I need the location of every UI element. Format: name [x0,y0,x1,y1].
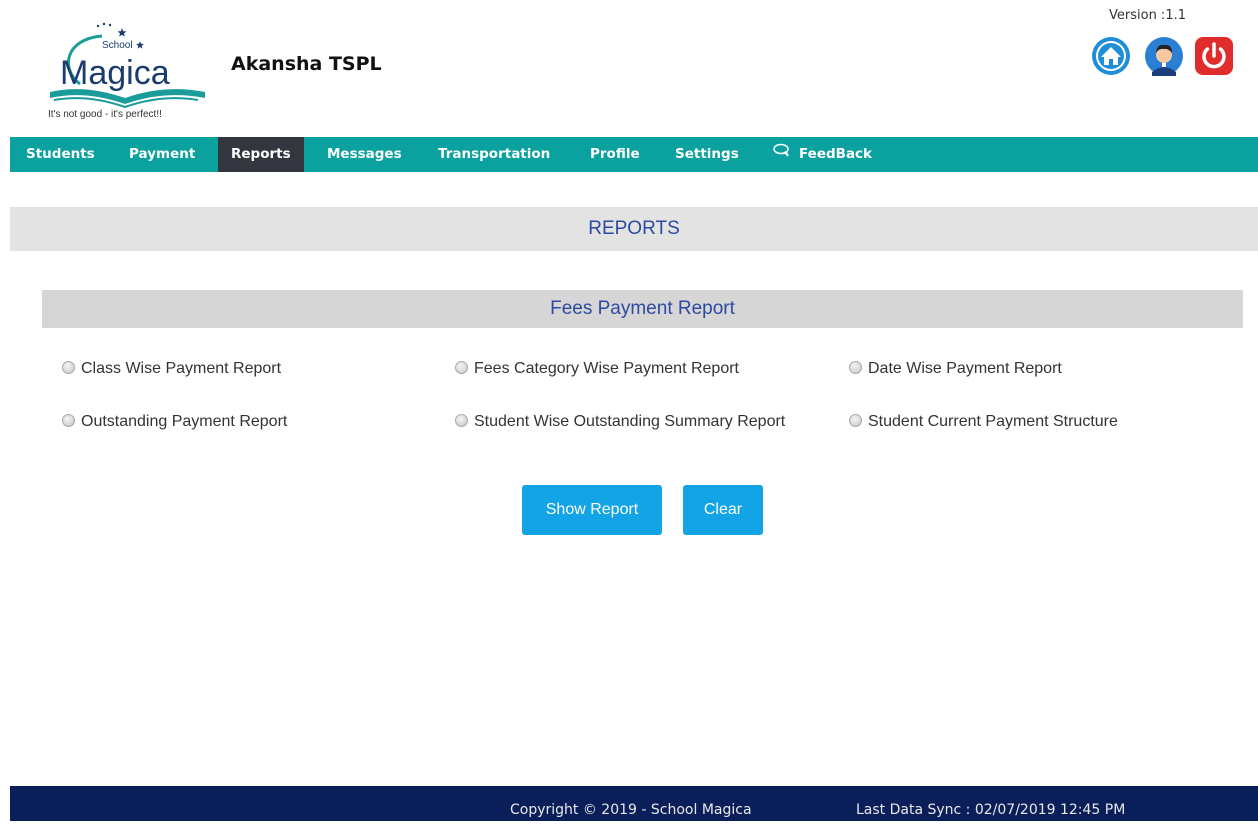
radio-label: Student Current Payment Structure [868,413,1118,430]
header: School Magica It's not good - it's perfe… [10,0,1258,137]
radio-label: Fees Category Wise Payment Report [474,360,739,377]
svg-text:Magica: Magica [60,54,170,92]
show-report-button[interactable]: Show Report [522,485,662,535]
radio-button[interactable] [455,414,468,427]
power-icon[interactable] [1194,36,1234,76]
radio-label: Class Wise Payment Report [81,360,282,377]
user-avatar-icon[interactable] [1144,36,1184,76]
school-name: Akansha TSPL [231,53,382,75]
clear-button[interactable]: Clear [683,485,763,535]
radio-button[interactable] [62,361,75,374]
nav-reports[interactable]: Reports [218,137,304,172]
radio-label: Student Wise Outstanding Summary Report [474,413,786,430]
radio-fees-category-wise-payment[interactable]: Fees Category Wise Payment Report [455,360,739,378]
nav-feedback[interactable]: FeedBack [760,137,885,172]
main-nav: Students Payment Reports Messages Transp… [10,137,1258,172]
nav-payment[interactable]: Payment [116,137,208,172]
page: School Magica It's not good - it's perfe… [10,0,1258,821]
radio-label: Date Wise Payment Report [868,360,1062,377]
svg-text:School: School [102,40,133,51]
section-title: Fees Payment Report [42,290,1243,328]
radio-button[interactable] [455,361,468,374]
radio-button[interactable] [849,414,862,427]
copyright-text: Copyright © 2019 - School Magica [510,802,752,818]
version-label: Version :1.1 [1109,8,1186,23]
home-icon[interactable] [1091,36,1131,76]
logo-graphic: School Magica [50,22,205,109]
nav-messages[interactable]: Messages [314,137,415,172]
nav-feedback-label: FeedBack [799,146,873,162]
footer: Copyright © 2019 - School Magica Last Da… [10,786,1258,821]
radio-student-current-payment-structure[interactable]: Student Current Payment Structure [849,413,1118,431]
nav-profile[interactable]: Profile [577,137,653,172]
nav-students[interactable]: Students [13,137,108,172]
school-magica-logo[interactable]: School Magica [40,14,215,124]
radio-date-wise-payment[interactable]: Date Wise Payment Report [849,360,1062,378]
logo-tagline: It's not good - it's perfect!! [48,109,162,120]
radio-class-wise-payment[interactable]: Class Wise Payment Report [62,360,281,378]
radio-label: Outstanding Payment Report [81,413,288,430]
radio-student-wise-outstanding-summary[interactable]: Student Wise Outstanding Summary Report [455,413,785,431]
chat-bubble-icon [773,136,791,171]
nav-transportation[interactable]: Transportation [425,137,563,172]
radio-button[interactable] [62,414,75,427]
last-sync-text: Last Data Sync : 02/07/2019 12:45 PM [856,802,1126,818]
radio-button[interactable] [849,361,862,374]
nav-settings[interactable]: Settings [662,137,752,172]
page-title: REPORTS [10,207,1258,251]
radio-outstanding-payment[interactable]: Outstanding Payment Report [62,413,287,431]
